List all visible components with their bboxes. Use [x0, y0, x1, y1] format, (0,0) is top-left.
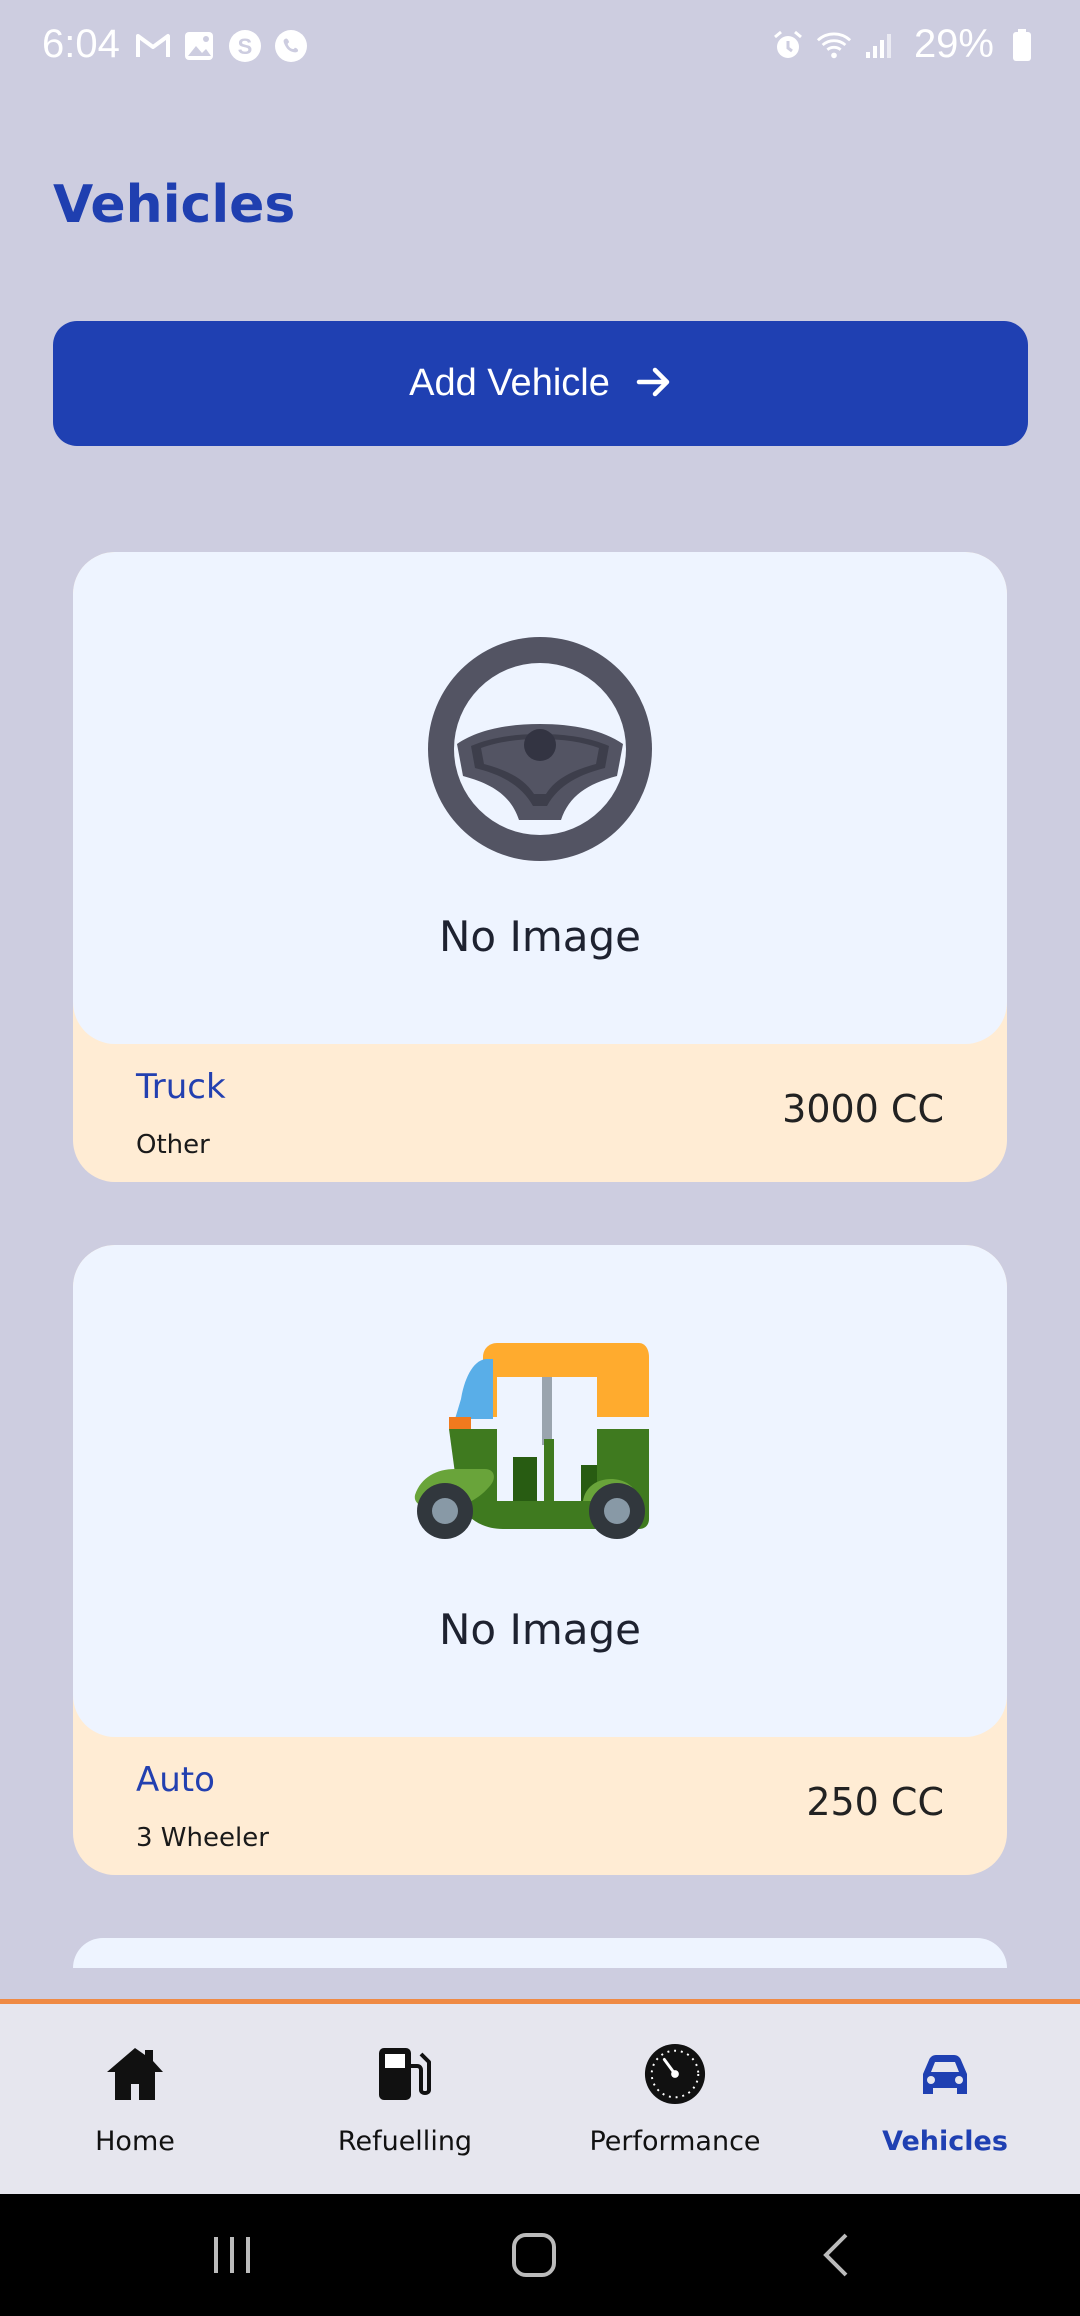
bottom-nav: Home Refuelling Performance Vehicles [0, 1999, 1080, 2194]
signal-icon [862, 27, 898, 63]
no-image-text: No Image [438, 1605, 641, 1654]
system-status: 29% [770, 22, 1040, 67]
speedometer-icon [643, 2042, 707, 2106]
recent-apps-button[interactable] [172, 2194, 292, 2316]
no-image-text: No Image [438, 912, 641, 961]
gmail-icon [135, 28, 171, 64]
back-icon [823, 2233, 848, 2277]
nav-label-refuelling: Refuelling [337, 2126, 473, 2157]
vehicle-image-placeholder: No Image [73, 1245, 1007, 1737]
battery-percentage: 29% [913, 22, 994, 66]
vehicle-type: 3 Wheeler [136, 1823, 269, 1853]
system-nav-bar [0, 2194, 1080, 2316]
nav-item-performance[interactable]: Performance [540, 2004, 810, 2194]
vehicle-image-placeholder: No Image [73, 552, 1007, 1044]
vehicle-type: Other [136, 1130, 210, 1160]
arrow-right-icon [636, 366, 672, 402]
viber-icon [273, 28, 309, 64]
battery-icon [1004, 27, 1040, 63]
nav-item-vehicles[interactable]: Vehicles [810, 2004, 1080, 2194]
home-circle-icon [512, 2233, 556, 2277]
skype-icon: S [227, 28, 263, 64]
vehicle-engine-cc: 3000 CC [782, 1087, 944, 1131]
page-title: Vehicles [53, 175, 296, 235]
nav-item-home[interactable]: Home [0, 2004, 270, 2194]
home-icon [103, 2042, 167, 2106]
nav-label-performance: Performance [589, 2126, 761, 2157]
wifi-icon [816, 27, 852, 63]
vehicle-card[interactable]: No Image Truck Other 3000 CC [73, 552, 1007, 1182]
auto-rickshaw-icon [413, 1315, 667, 1569]
status-time: 6:04 [42, 22, 120, 66]
notification-icons: S [135, 28, 309, 64]
add-vehicle-label: Add Vehicle [409, 362, 610, 404]
vehicle-name: Auto [136, 1760, 215, 1800]
alarm-icon [770, 27, 806, 63]
back-button[interactable] [776, 2194, 896, 2316]
recent-apps-icon [214, 2237, 250, 2273]
add-vehicle-button[interactable]: Add Vehicle [53, 321, 1028, 446]
vehicle-card-partial[interactable] [73, 1938, 1007, 1968]
vehicle-card[interactable]: No Image Auto 3 Wheeler 250 CC [73, 1245, 1007, 1875]
vehicle-name: Truck [136, 1067, 226, 1107]
vehicle-engine-cc: 250 CC [806, 1780, 944, 1824]
status-bar: 6:04 S 29% [0, 0, 1080, 96]
steering-wheel-icon [413, 622, 667, 876]
fuel-pump-icon [373, 2042, 437, 2106]
home-system-button[interactable] [474, 2194, 594, 2316]
nav-label-home: Home [95, 2126, 175, 2157]
gallery-icon [181, 28, 217, 64]
car-icon [913, 2042, 977, 2106]
svg-text:S: S [238, 34, 253, 59]
nav-label-vehicles: Vehicles [882, 2126, 1008, 2157]
nav-item-refuelling[interactable]: Refuelling [270, 2004, 540, 2194]
